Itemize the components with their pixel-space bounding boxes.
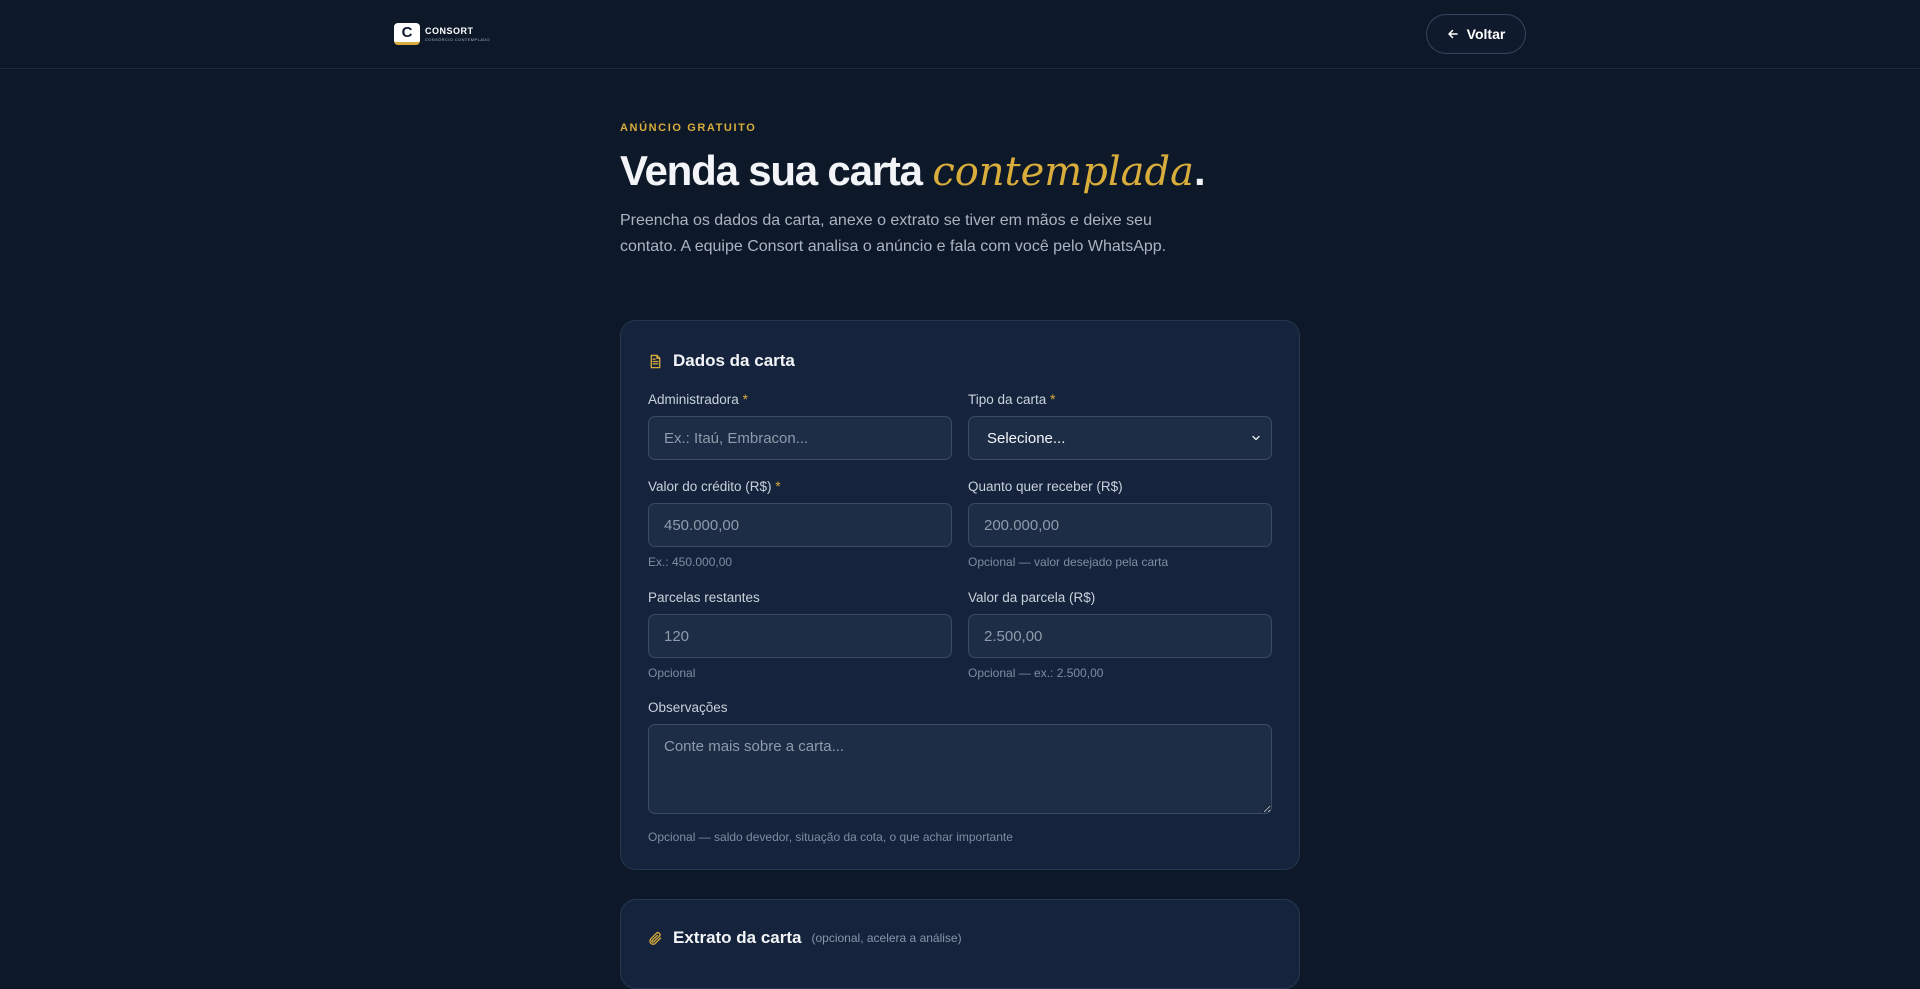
logo-tagline: CONSÓRCIO CONTEMPLADO (425, 36, 491, 42)
card-title: Dados da carta (648, 351, 795, 371)
page-description: Preencha os dados da carta, anexe o extr… (620, 212, 1167, 255)
tipo-label-text: Tipo da carta (968, 392, 1047, 407)
card-subtitle: (opcional, acelera a análise) (811, 931, 962, 945)
observacoes-textarea[interactable] (648, 724, 1272, 814)
tipo-select[interactable]: Selecione... (968, 416, 1272, 460)
arrow-left-icon (1447, 29, 1458, 39)
paperclip-icon (649, 931, 662, 945)
tipo-label: Tipo da carta * (968, 392, 1272, 408)
required-mark: * (775, 479, 781, 494)
page-title: Venda sua carta contemplada. (620, 147, 1206, 195)
field-observacoes: Observações Opcional — saldo devedor, si… (648, 700, 1272, 844)
chevron-down-icon (1252, 435, 1260, 441)
administradora-label-text: Administradora (648, 392, 739, 407)
back-button[interactable]: Voltar (1426, 14, 1526, 54)
administradora-input[interactable] (648, 416, 952, 460)
top-bar: C CONSORT CONSÓRCIO CONTEMPLADO Voltar (0, 0, 1920, 69)
page-title-end: . (1193, 147, 1206, 194)
page-title-accent: contemplada (932, 149, 1194, 195)
logo[interactable]: C CONSORT CONSÓRCIO CONTEMPLADO (394, 23, 490, 45)
page-title-main: Venda sua carta (620, 147, 933, 194)
observacoes-label: Observações (648, 700, 728, 715)
field-quanto-receber: Quanto quer receber (R$) Opcional — valo… (968, 479, 1272, 569)
required-mark: * (1050, 392, 1056, 407)
valor-credito-label: Valor do crédito (R$) * (648, 479, 952, 495)
parcelas-restantes-label: Parcelas restantes (648, 590, 760, 605)
valor-parcela-hint: Opcional — ex.: 2.500,00 (968, 666, 1104, 680)
field-tipo-da-carta: Tipo da carta * Selecione... (968, 392, 1272, 460)
card-title: Extrato da carta (opcional, acelera a an… (648, 928, 962, 948)
quanto-receber-label: Quanto quer receber (R$) (968, 479, 1123, 494)
field-parcelas-restantes: Parcelas restantes Opcional (648, 590, 952, 680)
tipo-selected-value: Selecione... (987, 429, 1066, 447)
card-dados-da-carta: Dados da carta Administradora * Tipo da … (620, 320, 1300, 870)
document-icon (650, 354, 661, 368)
back-button-label: Voltar (1466, 26, 1506, 42)
parcelas-restantes-hint: Opcional (648, 666, 696, 680)
observacoes-hint: Opcional — saldo devedor, situação da co… (648, 830, 1013, 844)
quanto-receber-hint: Opcional — valor desejado pela carta (968, 555, 1169, 569)
logo-mark: C (394, 23, 420, 45)
required-mark: * (742, 392, 748, 407)
parcelas-restantes-input[interactable] (648, 614, 952, 658)
field-valor-parcela: Valor da parcela (R$) Opcional — ex.: 2.… (968, 590, 1272, 680)
administradora-label: Administradora * (648, 392, 952, 408)
eyebrow: ANÚNCIO GRATUITO (620, 122, 757, 134)
card-extrato-da-carta: Extrato da carta (opcional, acelera a an… (620, 899, 1300, 989)
card-title-text: Dados da carta (673, 351, 795, 370)
quanto-receber-input[interactable] (968, 503, 1272, 547)
valor-credito-input[interactable] (648, 503, 952, 547)
logo-text: CONSORT CONSÓRCIO CONTEMPLADO (425, 25, 491, 42)
valor-parcela-input[interactable] (968, 614, 1272, 658)
valor-parcela-label: Valor da parcela (R$) (968, 590, 1096, 605)
valor-credito-hint: Ex.: 450.000,00 (648, 555, 733, 569)
valor-credito-label-text: Valor do crédito (R$) (648, 479, 772, 494)
field-administradora: Administradora * (648, 392, 952, 460)
logo-name: CONSORT (425, 25, 474, 36)
card-title-text: Extrato da carta (673, 928, 802, 947)
field-valor-credito: Valor do crédito (R$) * Ex.: 450.000,00 (648, 479, 952, 569)
